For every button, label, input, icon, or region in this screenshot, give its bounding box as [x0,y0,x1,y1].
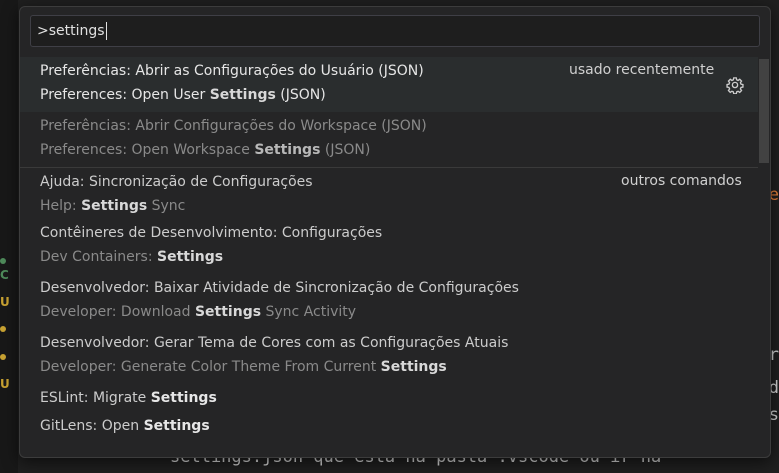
command-label: Desenvolvedor: Gerar Tema de Cores com a… [40,335,509,351]
command-label: Preferências: Abrir Configurações do Wor… [40,118,427,134]
command-item[interactable]: ESLint: Migrate Settings [20,387,758,415]
editor-gutter [0,0,18,473]
command-detail: Dev Containers: Settings [40,249,224,265]
command-item[interactable]: Desenvolvedor: Gerar Tema de Cores com a… [20,332,758,387]
command-item[interactable]: Desenvolvedor: Baixar Atividade de Sincr… [20,277,758,332]
command-label: Desenvolvedor: Baixar Atividade de Sincr… [40,280,519,296]
command-item[interactable]: Preferências: Abrir Configurações do Wor… [20,112,758,167]
command-item[interactable]: Ajuda: Sincronização de Configurações He… [20,167,758,222]
git-status-letter: C [0,268,9,282]
command-palette: >settings Preferências: Abrir as Configu… [19,6,771,458]
command-item[interactable]: GitLens: Open Settings [20,415,758,443]
command-label: Contêineres de Desenvolvimento: Configur… [40,225,383,241]
git-status-dot [0,326,6,332]
other-commands-tag: outros comandos [621,173,742,189]
command-search-input[interactable]: >settings [30,15,760,47]
command-label: ESLint: Migrate Settings [40,390,217,406]
command-detail: Help: Settings Sync [40,198,186,214]
git-status-dot [0,354,6,360]
command-detail: Developer: Generate Color Theme From Cur… [40,359,447,375]
git-status-dot [0,258,6,264]
command-item[interactable]: Contêineres de Desenvolvimento: Configur… [20,222,758,277]
command-detail: Preferences: Open Workspace Settings (JS… [40,142,371,158]
command-detail: Preferences: Open User Settings (JSON) [40,87,326,103]
command-search-value: >settings [37,23,105,39]
command-item[interactable]: Preferências: Abrir as Configurações do … [20,57,758,112]
command-label: GitLens: Open Settings [40,418,210,434]
git-status-letter: U [0,295,10,309]
command-detail: Developer: Download Settings Sync Activi… [40,304,357,320]
recently-used-tag: usado recentemente [569,62,715,78]
gear-icon[interactable] [726,76,744,94]
command-list: Preferências: Abrir as Configurações do … [20,57,758,443]
text-caret [105,22,107,40]
git-status-letter: U [0,377,10,391]
list-scrollbar[interactable] [759,59,769,163]
